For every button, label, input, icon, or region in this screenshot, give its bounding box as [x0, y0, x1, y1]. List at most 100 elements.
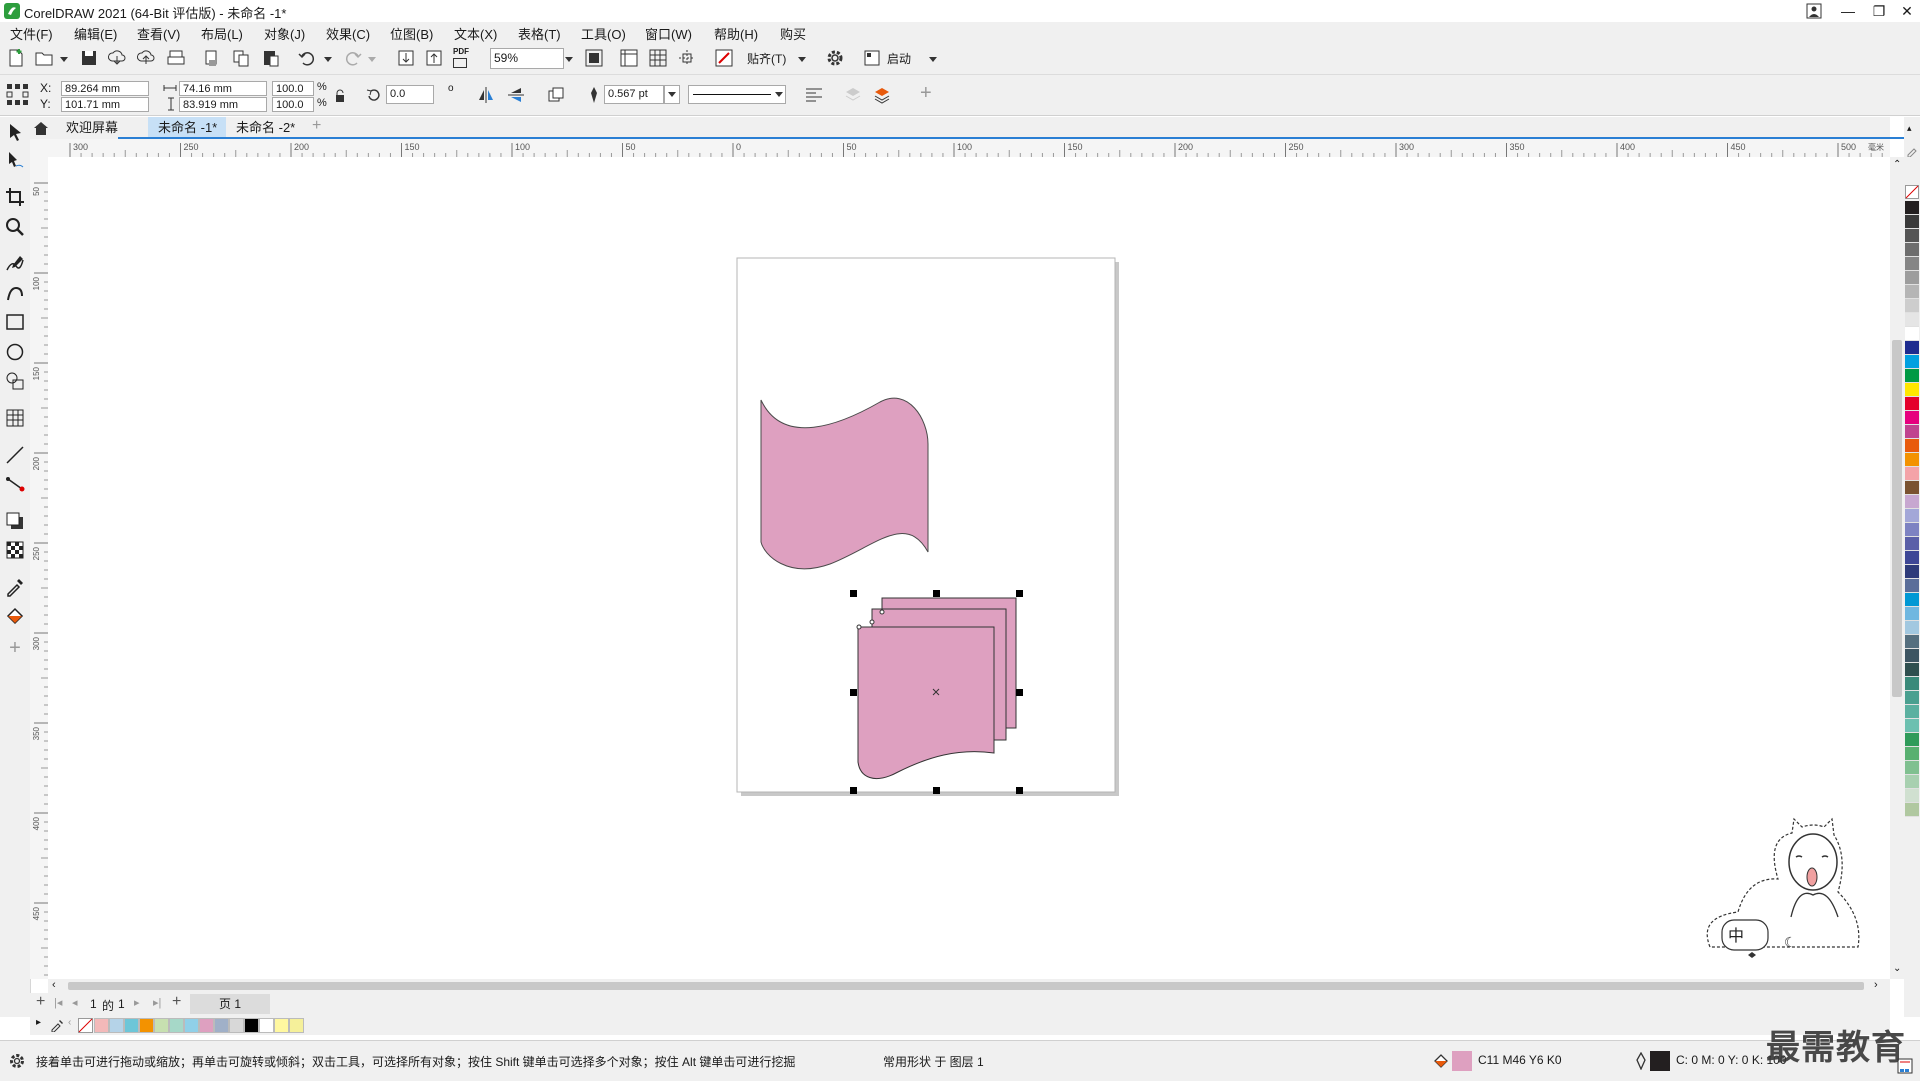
mirror-vertical-icon[interactable] — [506, 85, 526, 105]
doc-palette-color-swatch[interactable] — [124, 1018, 139, 1033]
no-color-swatch[interactable] — [1905, 185, 1919, 199]
rotation-angle-input[interactable]: 0.0 — [386, 85, 434, 104]
palette-color-swatch[interactable] — [1905, 495, 1919, 509]
copy-icon[interactable] — [231, 48, 251, 68]
palette-color-swatch[interactable] — [1905, 733, 1919, 747]
menu-text[interactable]: 文本(X) — [454, 24, 497, 43]
palette-color-swatch[interactable] — [1905, 257, 1919, 271]
ellipse-tool-icon[interactable] — [4, 341, 26, 363]
horizontal-scrollbar[interactable]: ‹ › — [48, 979, 1890, 993]
wrap-text-icon[interactable] — [804, 85, 824, 105]
palette-color-swatch[interactable] — [1905, 663, 1919, 677]
page-tab-1[interactable]: 页 1 — [190, 994, 270, 1014]
open-dropdown-icon[interactable] — [60, 57, 68, 62]
palette-color-swatch[interactable] — [1905, 747, 1919, 761]
doc-palette-scroll-left-icon[interactable]: ‹ — [68, 1017, 71, 1028]
first-page-button[interactable]: |◂ — [54, 996, 62, 1009]
connector-tool-icon[interactable] — [4, 473, 26, 495]
export-icon[interactable] — [424, 48, 444, 68]
crop-tool-icon[interactable] — [4, 186, 26, 208]
doc-palette-eyedropper-icon[interactable] — [50, 1018, 64, 1032]
doc-palette-color-swatch[interactable] — [214, 1018, 229, 1033]
show-guidelines-icon[interactable] — [677, 48, 697, 68]
drop-shadow-tool-icon[interactable] — [4, 510, 26, 532]
doc-palette-color-swatch[interactable] — [259, 1018, 274, 1033]
menu-view[interactable]: 查看(V) — [137, 24, 180, 43]
palette-color-swatch[interactable] — [1905, 775, 1919, 789]
palette-color-swatch[interactable] — [1905, 761, 1919, 775]
tab-untitled-1[interactable]: 未命名 -1* — [148, 117, 226, 139]
menu-buy[interactable]: 购买 — [780, 24, 806, 43]
palette-pen-icon[interactable] — [1906, 145, 1918, 157]
cloud-download-icon[interactable] — [107, 48, 127, 68]
add-page-after-button[interactable]: + — [172, 993, 181, 1011]
show-grid-icon[interactable] — [648, 48, 668, 68]
palette-color-swatch[interactable] — [1905, 411, 1919, 425]
scroll-up-icon[interactable]: ⌃ — [1893, 159, 1901, 170]
transparency-tool-icon[interactable] — [4, 539, 26, 561]
palette-color-swatch[interactable] — [1905, 803, 1919, 817]
palette-color-swatch[interactable] — [1905, 523, 1919, 537]
options-gear-icon[interactable] — [825, 48, 845, 68]
doc-palette-color-swatch[interactable] — [94, 1018, 109, 1033]
outline-width-input[interactable]: 0.567 pt — [604, 85, 664, 104]
add-page-before-button[interactable]: + — [36, 993, 45, 1011]
interactive-fill-tool-icon[interactable] — [4, 605, 26, 627]
last-page-button[interactable]: ▸| — [153, 996, 161, 1009]
menu-window[interactable]: 窗口(W) — [645, 24, 692, 43]
snap-dropdown-icon[interactable] — [798, 57, 806, 62]
palette-color-swatch[interactable] — [1905, 509, 1919, 523]
outline-color-swatch[interactable] — [1650, 1051, 1670, 1071]
vertical-ruler[interactable]: 50 100 150 200 250 300 350 400 450 — [30, 157, 49, 979]
palette-color-swatch[interactable] — [1905, 719, 1919, 733]
new-document-icon[interactable] — [6, 48, 26, 68]
rectangle-tool-icon[interactable] — [4, 311, 26, 333]
palette-color-swatch[interactable] — [1905, 481, 1919, 495]
palette-color-swatch[interactable] — [1905, 215, 1919, 229]
freehand-tool-icon[interactable] — [4, 253, 26, 275]
cloud-upload-icon[interactable] — [136, 48, 156, 68]
horizontal-scroll-thumb[interactable] — [68, 982, 1864, 990]
line-style-selector[interactable] — [688, 85, 786, 104]
scroll-left-icon[interactable]: ‹ — [52, 979, 56, 991]
doc-palette-color-swatch[interactable] — [154, 1018, 169, 1033]
status-settings-gear-icon[interactable] — [8, 1052, 26, 1070]
redo-dropdown-icon[interactable] — [368, 57, 376, 62]
palette-color-swatch[interactable] — [1905, 229, 1919, 243]
menu-layout[interactable]: 布局(L) — [201, 24, 243, 43]
palette-color-swatch[interactable] — [1905, 439, 1919, 453]
full-screen-preview-icon[interactable] — [584, 48, 604, 68]
zoom-level-input[interactable]: 59% — [490, 48, 564, 69]
doc-palette-color-swatch[interactable] — [244, 1018, 259, 1033]
dimension-tool-icon[interactable] — [4, 444, 26, 466]
doc-palette-color-swatch[interactable] — [199, 1018, 214, 1033]
polygon-tool-icon[interactable] — [4, 370, 26, 392]
y-position-input[interactable]: 101.71 mm — [61, 97, 149, 112]
palette-color-swatch[interactable] — [1905, 243, 1919, 257]
doc-palette-color-swatch[interactable] — [184, 1018, 199, 1033]
menu-table[interactable]: 表格(T) — [518, 24, 561, 43]
application-launcher-icon[interactable] — [862, 48, 882, 68]
restore-button[interactable]: ❐ — [1864, 0, 1894, 22]
palette-color-swatch[interactable] — [1905, 285, 1919, 299]
launch-label[interactable]: 启动 — [887, 50, 911, 67]
palette-color-swatch[interactable] — [1905, 789, 1919, 803]
object-width-input[interactable]: 74.16 mm — [179, 81, 267, 96]
undo-dropdown-icon[interactable] — [324, 57, 332, 62]
horizontal-ruler[interactable]: 300 250 200 150 100 50 0 50 100 150 200 250 300 350 40… — [30, 139, 1916, 158]
alignment-guides-icon[interactable] — [714, 48, 734, 68]
menu-file[interactable]: 文件(F) — [10, 24, 53, 43]
open-folder-icon[interactable] — [34, 48, 54, 68]
palette-color-swatch[interactable] — [1905, 565, 1919, 579]
new-tab-button[interactable]: + — [312, 117, 321, 135]
palette-color-swatch[interactable] — [1905, 593, 1919, 607]
vertical-scrollbar[interactable]: ⌃ ⌄ — [1890, 157, 1904, 979]
doc-palette-expand-icon[interactable]: ▸ — [36, 1017, 41, 1028]
zoom-tool-icon[interactable] — [4, 216, 26, 238]
palette-color-swatch[interactable] — [1905, 355, 1919, 369]
palette-color-swatch[interactable] — [1905, 383, 1919, 397]
palette-color-swatch[interactable] — [1905, 635, 1919, 649]
scale-x-input[interactable]: 100.0 — [272, 81, 314, 96]
next-page-button[interactable]: ▸ — [134, 996, 140, 1009]
menu-effects[interactable]: 效果(C) — [326, 24, 370, 43]
